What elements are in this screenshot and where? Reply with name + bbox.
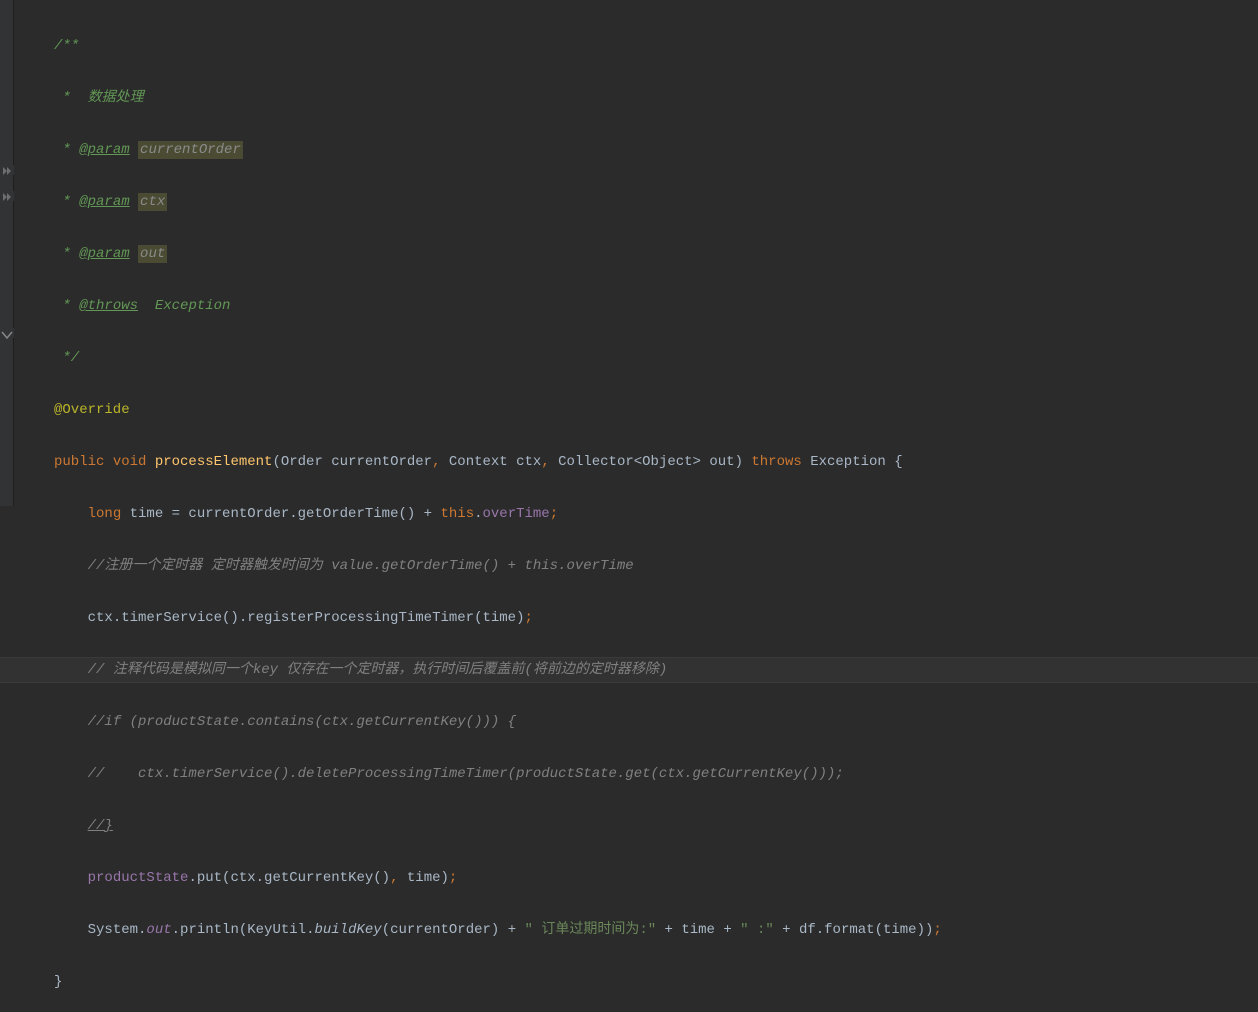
code-text: (currentOrder) +	[382, 922, 525, 938]
javadoc-tag-param: @param	[79, 142, 129, 158]
code-line: @Override	[54, 397, 1258, 423]
dot: .	[474, 506, 482, 522]
code-line: }	[54, 969, 1258, 995]
comma: ,	[432, 454, 440, 470]
space	[130, 142, 138, 158]
space	[138, 298, 155, 314]
indent	[54, 714, 88, 730]
annotation-override: @Override	[54, 402, 130, 418]
code-line: ctx.timerService().registerProcessingTim…	[54, 605, 1258, 631]
code-line: * @param out	[54, 241, 1258, 267]
field-overtime: overTime	[483, 506, 550, 522]
indent	[54, 610, 88, 626]
code-line-current: // 注释代码是模拟同一个key 仅存在一个定时器，执行时间后覆盖前(将前边的定…	[54, 657, 1258, 683]
semicolon: ;	[933, 922, 941, 938]
static-method-buildkey: buildKey	[314, 922, 381, 938]
code-line: * 数据处理	[54, 85, 1258, 111]
javadoc-comment: *	[54, 142, 79, 158]
code-text: System.	[88, 922, 147, 938]
javadoc-description: 数据处理	[88, 90, 144, 106]
code-line: productState.put(ctx.getCurrentKey(), ti…	[54, 865, 1258, 891]
javadoc-comment: *	[54, 246, 79, 262]
javadoc-tag-param: @param	[79, 246, 129, 262]
code-text: time = currentOrder.getOrderTime() +	[130, 506, 441, 522]
code-line: * @param ctx	[54, 189, 1258, 215]
code-line: //if (productState.contains(ctx.getCurre…	[54, 709, 1258, 735]
method-signature: Context ctx	[441, 454, 542, 470]
code-line: */	[54, 345, 1258, 371]
indent	[54, 818, 88, 834]
code-line: // ctx.timerService().deleteProcessingTi…	[54, 761, 1258, 787]
method-signature: Collector<Object> out)	[550, 454, 752, 470]
javadoc-param-name: out	[138, 245, 167, 263]
javadoc-comment: /**	[54, 38, 79, 54]
javadoc-comment: */	[54, 350, 79, 366]
keyword-void: void	[113, 454, 155, 470]
code-text: ctx.timerService().registerProcessingTim…	[88, 610, 525, 626]
semicolon: ;	[524, 610, 532, 626]
indent	[54, 922, 88, 938]
code-line: * @throws Exception	[54, 293, 1258, 319]
javadoc-comment: *	[54, 298, 79, 314]
gutter-marker-icon	[0, 165, 14, 175]
keyword-long: long	[88, 506, 130, 522]
space	[130, 194, 138, 210]
closing-brace: }	[54, 974, 62, 990]
semicolon: ;	[449, 870, 457, 886]
code-line: /**	[54, 33, 1258, 59]
exception-type: Exception {	[810, 454, 902, 470]
code-line: public void processElement(Order current…	[54, 449, 1258, 475]
code-text: .println(KeyUtil.	[172, 922, 315, 938]
code-line: long time = currentOrder.getOrderTime() …	[54, 501, 1258, 527]
indent	[54, 662, 88, 678]
gutter-caret-icon	[0, 328, 14, 338]
semicolon: ;	[550, 506, 558, 522]
editor-gutter	[0, 0, 14, 506]
code-line: //}	[54, 813, 1258, 839]
indent	[54, 558, 88, 574]
javadoc-comment: *	[54, 90, 88, 106]
method-name: processElement	[155, 454, 273, 470]
method-signature: (Order currentOrder	[272, 454, 432, 470]
javadoc-comment: *	[54, 194, 79, 210]
string-literal: " 订单过期时间为:"	[525, 922, 657, 938]
comma: ,	[541, 454, 549, 470]
code-editor[interactable]: /** * 数据处理 * @param currentOrder * @para…	[14, 0, 1258, 506]
line-comment: //}	[88, 818, 113, 834]
keyword-throws: throws	[751, 454, 810, 470]
field-productstate: productState	[88, 870, 189, 886]
string-literal: " :"	[740, 922, 774, 938]
code-text: + df.format(time))	[774, 922, 934, 938]
line-comment: //if (productState.contains(ctx.getCurre…	[88, 714, 516, 730]
line-comment: //注册一个定时器 定时器触发时间为 value.getOrderTime() …	[88, 558, 634, 574]
javadoc-throws-type: Exception	[155, 298, 231, 314]
code-text: + time +	[656, 922, 740, 938]
javadoc-tag-throws: @throws	[79, 298, 138, 314]
line-comment: // 注释代码是模拟同一个key 仅存在一个定时器，执行时间后覆盖前(将前边的定…	[88, 662, 668, 678]
code-line: //注册一个定时器 定时器触发时间为 value.getOrderTime() …	[54, 553, 1258, 579]
javadoc-param-name: ctx	[138, 193, 167, 211]
code-text: time)	[398, 870, 448, 886]
gutter-marker-icon	[0, 191, 14, 201]
comma: ,	[390, 870, 398, 886]
line-comment: // ctx.timerService().deleteProcessingTi…	[88, 766, 844, 782]
indent	[54, 766, 88, 782]
keyword-this: this	[440, 506, 474, 522]
indent	[54, 506, 88, 522]
static-field-out: out	[146, 922, 171, 938]
javadoc-param-name: currentOrder	[138, 141, 243, 159]
code-text: .put(ctx.getCurrentKey()	[188, 870, 390, 886]
code-line: System.out.println(KeyUtil.buildKey(curr…	[54, 917, 1258, 943]
space	[130, 246, 138, 262]
keyword-public: public	[54, 454, 113, 470]
javadoc-tag-param: @param	[79, 194, 129, 210]
code-line: * @param currentOrder	[54, 137, 1258, 163]
indent	[54, 870, 88, 886]
